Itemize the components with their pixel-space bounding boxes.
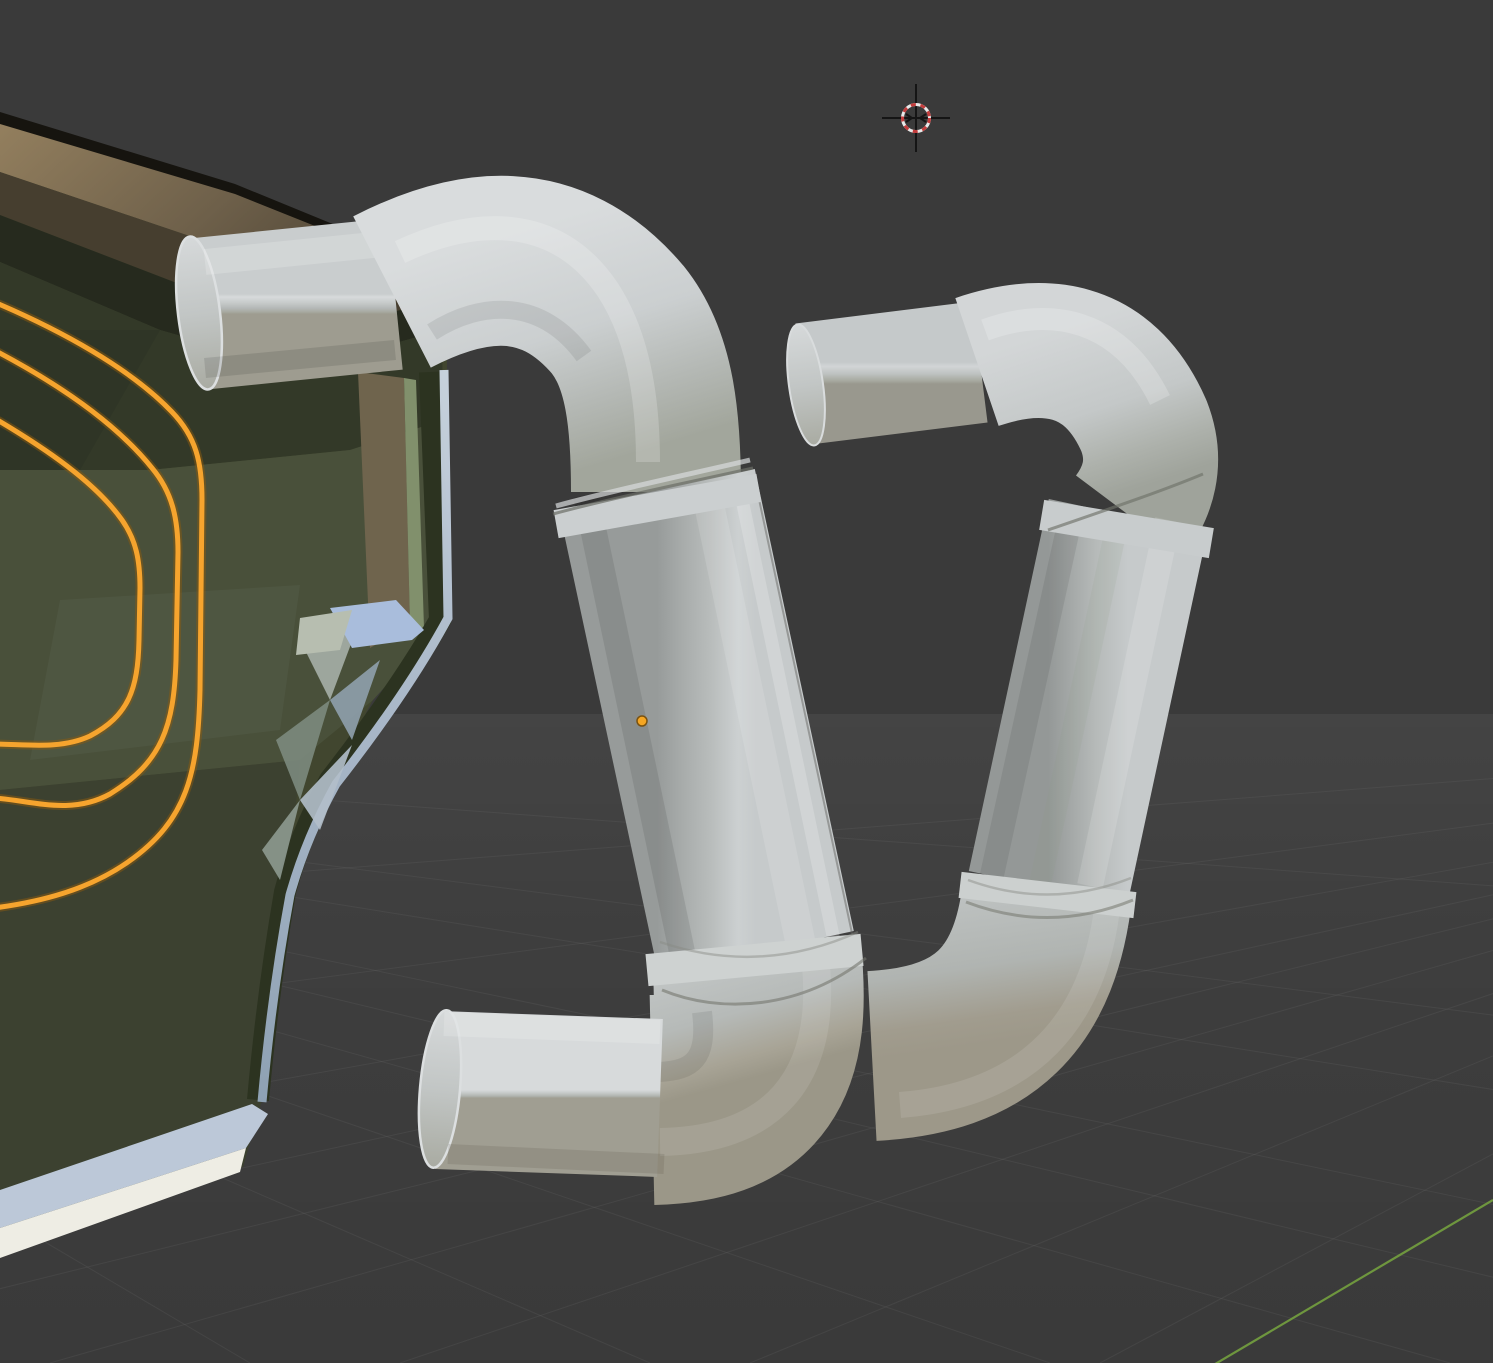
pipe-left-collar-top (655, 492, 660, 520)
pipe-left-stub-bottom-highlight (444, 1024, 660, 1032)
pipe-left-stub-bottom[interactable] (438, 1090, 660, 1098)
pipe-left-collar-bottom (753, 944, 756, 976)
origin-point-marker[interactable] (637, 716, 647, 726)
pipe-right-collar-top (1124, 514, 1129, 544)
pipe-left-stub-bottom-shadow (448, 1154, 664, 1164)
pipe-left-stub-top[interactable] (198, 294, 395, 314)
3d-viewport-svg[interactable] (0, 0, 1493, 1363)
viewport-canvas[interactable] (0, 0, 1493, 1363)
pipe-right-stub[interactable] (803, 362, 980, 384)
